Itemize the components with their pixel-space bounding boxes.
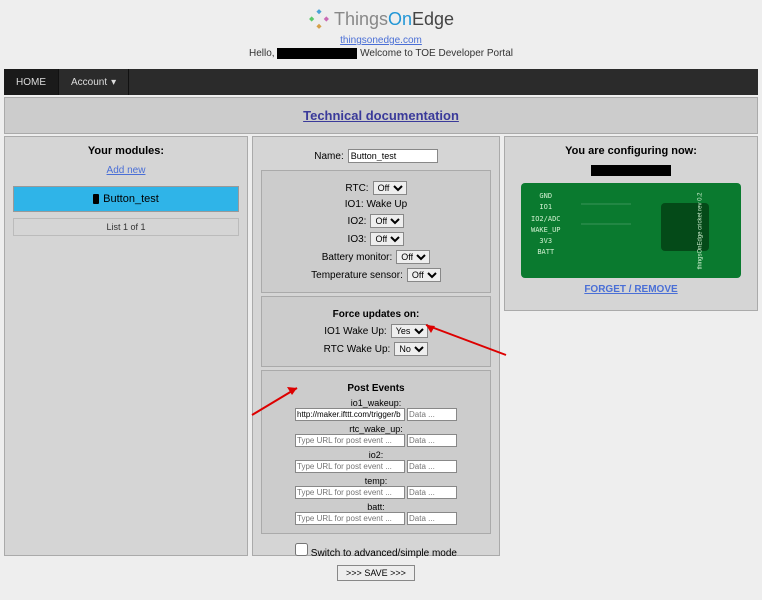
board-image: GND IO1 IO2/ADC WAKE_UP 3V3 BATT thingsO… — [521, 183, 741, 278]
hello-label: Hello, — [249, 48, 275, 59]
force-rtc-label: RTC Wake Up: — [324, 344, 391, 355]
ev-io2-url[interactable] — [295, 460, 405, 473]
pin-io1: IO1 — [531, 202, 561, 213]
pin-batt: BATT — [531, 247, 561, 258]
io2-select[interactable]: Off — [370, 214, 404, 228]
add-new-link[interactable]: Add new — [13, 165, 239, 176]
force-rtc-select[interactable]: No — [394, 342, 428, 356]
switch-mode-row: Switch to advanced/simple mode — [295, 543, 457, 559]
pin-io2: IO2/ADC — [531, 214, 561, 225]
nav-account-label: Account — [71, 77, 107, 88]
ev-io1-url[interactable] — [295, 408, 405, 421]
force-settings: Force updates on: IO1 Wake Up: Yes RTC Wa… — [261, 296, 491, 367]
ev-io2-label: io2: — [266, 450, 486, 460]
config-panel: Name: RTC:Off IO1: Wake Up IO2:Off IO3:O… — [252, 136, 500, 556]
switch-mode-checkbox[interactable] — [295, 543, 308, 556]
ev-batt-label: batt: — [266, 502, 486, 512]
force-header: Force updates on: — [266, 309, 486, 320]
module-item-label: Button_test — [103, 193, 159, 205]
name-label: Name: — [314, 151, 343, 162]
post-events: Post Events io1_wakeup: rtc_wake_up: io2… — [261, 370, 491, 534]
switch-mode-label: Switch to advanced/simple mode — [311, 548, 457, 559]
modules-panel: Your modules: Add new Button_test List 1… — [4, 136, 248, 556]
batt-label: Battery monitor: — [322, 252, 393, 263]
main-columns: Your modules: Add new Button_test List 1… — [0, 136, 762, 556]
ev-batt-data[interactable] — [407, 512, 457, 525]
device-panel: You are configuring now: GND IO1 IO2/ADC… — [504, 136, 758, 311]
module-item[interactable]: Button_test — [13, 186, 239, 212]
io3-label: IO3: — [348, 234, 367, 245]
doc-bar: Technical documentation — [4, 97, 758, 134]
ev-temp-label: temp: — [266, 476, 486, 486]
io2-label: IO2: — [348, 216, 367, 227]
rtc-select[interactable]: Off — [373, 181, 407, 195]
ev-rtc-url[interactable] — [295, 434, 405, 447]
name-input[interactable] — [348, 149, 438, 163]
ev-io2-data[interactable] — [407, 460, 457, 473]
forget-remove-link[interactable]: FORGET / REMOVE — [513, 284, 749, 295]
pin-wake: WAKE_UP — [531, 225, 561, 236]
navbar: HOME Account ▾ — [4, 69, 758, 95]
username-redacted — [277, 48, 357, 59]
temp-select[interactable]: Off — [407, 268, 441, 282]
board-trace — [581, 203, 631, 205]
post-header: Post Events — [266, 383, 486, 394]
force-io1-label: IO1 Wake Up: — [324, 326, 386, 337]
io1-label: IO1: Wake Up — [345, 199, 407, 210]
rtc-label: RTC: — [345, 183, 368, 194]
ev-rtc-label: rtc_wake_up: — [266, 424, 486, 434]
nav-home[interactable]: HOME — [4, 69, 59, 95]
io-settings: RTC:Off IO1: Wake Up IO2:Off IO3:Off Bat… — [261, 170, 491, 293]
io3-select[interactable]: Off — [370, 232, 404, 246]
device-name-redacted — [591, 165, 671, 176]
ev-io1-data[interactable] — [407, 408, 457, 421]
caret-down-icon: ▾ — [111, 77, 116, 88]
site-url-link[interactable]: thingsonedge.com — [0, 35, 762, 46]
configuring-title: You are configuring now: — [513, 145, 749, 157]
brand-thin: Things — [334, 9, 388, 30]
ev-rtc-data[interactable] — [407, 434, 457, 447]
technical-docs-link[interactable]: Technical documentation — [303, 108, 459, 123]
pin-labels: GND IO1 IO2/ADC WAKE_UP 3V3 BATT — [531, 191, 561, 258]
ev-temp-data[interactable] — [407, 486, 457, 499]
board-text: thingsOnEdge cricket rev 0.2 — [697, 192, 703, 269]
logo-icon — [308, 8, 330, 30]
name-row: Name: — [314, 149, 437, 163]
page-header: ThingsOnEdge thingsonedge.com Hello, Wel… — [0, 0, 762, 63]
brand-logo: ThingsOnEdge — [308, 8, 454, 30]
batt-select[interactable]: Off — [396, 250, 430, 264]
brand-blue: On — [388, 9, 412, 30]
module-icon — [93, 194, 99, 204]
pin-3v3: 3V3 — [531, 236, 561, 247]
temp-label: Temperature sensor: — [311, 270, 403, 281]
force-io1-select[interactable]: Yes — [391, 324, 428, 338]
ev-io1-label: io1_wakeup: — [266, 398, 486, 408]
nav-account[interactable]: Account ▾ — [59, 69, 129, 95]
welcome-tail: Welcome to TOE Developer Portal — [360, 48, 513, 59]
save-button[interactable]: >>> SAVE >>> — [337, 565, 415, 581]
brand-bold: Edge — [412, 9, 454, 30]
list-info: List 1 of 1 — [13, 218, 239, 236]
pin-gnd: GND — [531, 191, 561, 202]
ev-batt-url[interactable] — [295, 512, 405, 525]
board-trace — [581, 223, 631, 225]
welcome-text: Hello, Welcome to TOE Developer Portal — [0, 48, 762, 59]
ev-temp-url[interactable] — [295, 486, 405, 499]
modules-title: Your modules: — [13, 145, 239, 157]
